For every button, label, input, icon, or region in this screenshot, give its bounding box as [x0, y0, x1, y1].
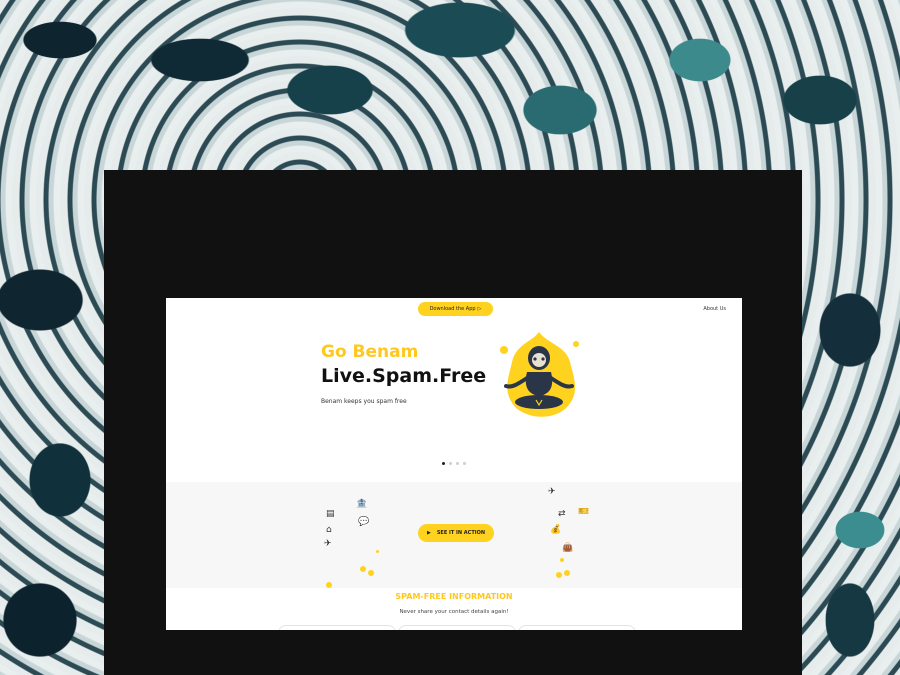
- website-screen: Download the App ▷ About Us Go Benam Liv…: [166, 298, 742, 630]
- meditating-sloth-icon: [500, 332, 579, 417]
- carousel-dot-4[interactable]: [463, 462, 466, 465]
- decor-blob: [368, 570, 374, 576]
- hero-title-line2: Live.Spam.Free: [321, 365, 487, 387]
- ticket-icon: 🎫: [578, 507, 590, 517]
- decor-blob: [326, 582, 332, 588]
- carousel-indicators: [442, 462, 466, 465]
- see-it-in-action-button[interactable]: ▶ SEE IT IN ACTION: [418, 524, 494, 542]
- decor-blob: [560, 558, 564, 562]
- decor-blob: [376, 550, 379, 553]
- money-exchange-icon: ⇄: [558, 509, 566, 519]
- chat-bubbles-icon: 💬: [358, 517, 370, 527]
- bank-icon: 🏦: [356, 499, 368, 509]
- play-store-icon: ▷: [477, 306, 482, 312]
- airplane-icon: ✈: [548, 487, 556, 497]
- download-app-label: Download the App: [429, 306, 476, 312]
- see-it-in-action-label: SEE IT IN ACTION: [436, 530, 486, 536]
- decor-blob: [564, 570, 570, 576]
- info-section-subtitle: Never share your contact details again!: [399, 609, 509, 615]
- airplane-icon: ✈: [324, 539, 332, 549]
- carousel-dot-3[interactable]: [456, 462, 459, 465]
- about-us-link[interactable]: About Us: [703, 306, 726, 312]
- shopping-bag-icon: 👜: [562, 543, 574, 553]
- hero-title-line1: Go Benam: [321, 342, 419, 362]
- download-app-button[interactable]: Download the App ▷: [418, 302, 493, 316]
- hero-subtitle: Benam keeps you spam free: [321, 398, 407, 405]
- feature-band: 🏦 ▤ ⌂ 💬 ✈ ✈ ⇄ 🎫 💰 👜 ▶ SEE IT IN ACTION: [166, 482, 742, 588]
- info-section-title: SPAM-FREE INFORMATION: [395, 592, 513, 601]
- decor-blob: [360, 566, 366, 572]
- decor-blob: [556, 572, 562, 578]
- info-card[interactable]: [518, 625, 636, 630]
- info-card[interactable]: [278, 625, 396, 630]
- building-icon: ⌂: [326, 525, 332, 535]
- info-card[interactable]: [398, 625, 516, 630]
- carousel-dot-2[interactable]: [449, 462, 452, 465]
- money-bag-icon: 💰: [550, 525, 562, 535]
- atm-icon: ▤: [326, 509, 335, 519]
- play-icon: ▶: [426, 530, 431, 536]
- carousel-dot-1[interactable]: [442, 462, 445, 465]
